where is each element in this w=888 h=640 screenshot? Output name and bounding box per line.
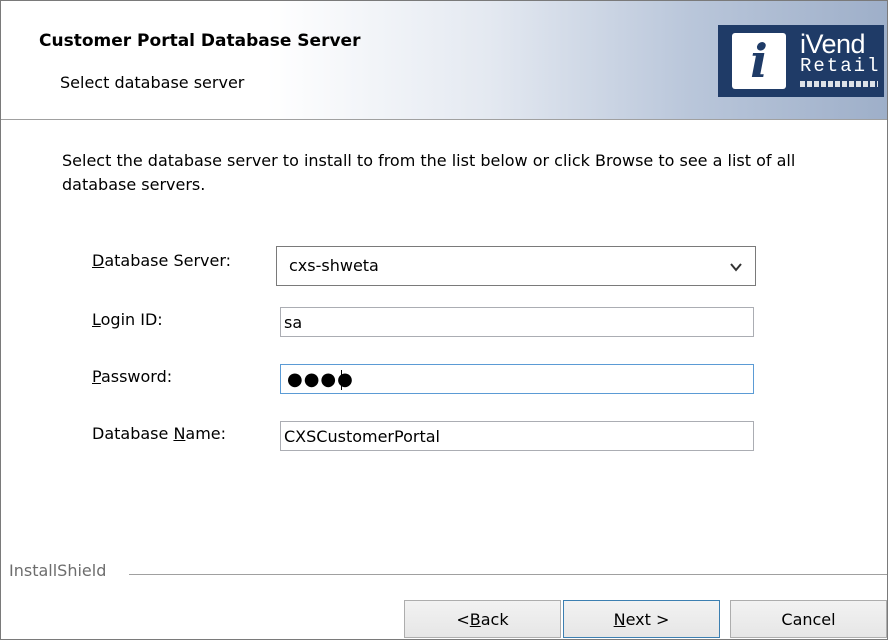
database-server-value: cxs-shweta xyxy=(289,256,379,275)
login-id-input[interactable] xyxy=(281,308,753,336)
cancel-button[interactable]: Cancel xyxy=(730,600,887,638)
database-name-field-box xyxy=(280,421,754,451)
logo-mark-letter: i xyxy=(750,34,768,88)
footer-divider xyxy=(129,574,887,576)
installshield-brand: InstallShield xyxy=(9,561,107,580)
ivend-retail-logo: i iVend Retail xyxy=(718,25,884,97)
database-name-input[interactable] xyxy=(281,422,753,450)
logo-i-icon: i xyxy=(732,33,786,89)
login-id-label: Login ID: xyxy=(92,310,163,329)
database-name-label: Database Name: xyxy=(92,424,227,443)
page-title: Customer Portal Database Server xyxy=(39,31,361,51)
instructions-text: Select the database server to install to… xyxy=(62,151,796,194)
login-id-field-box xyxy=(280,307,754,337)
logo-tagline-strip xyxy=(800,81,878,87)
back-button[interactable]: < Back xyxy=(404,600,561,638)
text-caret xyxy=(341,370,342,390)
installer-dialog: Customer Portal Database Server Select d… xyxy=(0,0,888,640)
password-input[interactable]: ●●●● xyxy=(280,364,754,394)
next-button[interactable]: Next > xyxy=(563,600,720,638)
logo-word-retail: Retail xyxy=(800,55,881,77)
page-subtitle: Select database server xyxy=(60,73,245,92)
database-server-select[interactable]: cxs-shweta xyxy=(276,246,756,286)
password-mask: ●●●● xyxy=(287,369,354,390)
database-server-label: Database Server: xyxy=(92,251,232,270)
password-label: Password: xyxy=(92,367,173,386)
header-banner: Customer Portal Database Server Select d… xyxy=(1,1,887,119)
header-divider xyxy=(1,119,887,121)
chevron-down-icon xyxy=(730,263,742,272)
